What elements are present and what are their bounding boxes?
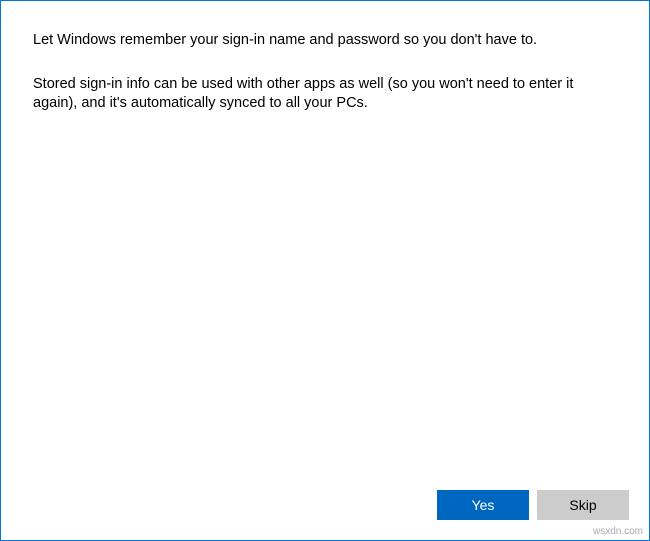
yes-button[interactable]: Yes <box>437 490 529 520</box>
skip-button[interactable]: Skip <box>537 490 629 520</box>
dialog-content: Let Windows remember your sign-in name a… <box>1 1 649 540</box>
intro-text: Let Windows remember your sign-in name a… <box>33 31 617 51</box>
button-bar: Yes Skip <box>437 490 629 520</box>
credential-prompt-dialog: Let Windows remember your sign-in name a… <box>0 0 650 541</box>
explanation-text: Stored sign-in info can be used with oth… <box>33 75 617 114</box>
